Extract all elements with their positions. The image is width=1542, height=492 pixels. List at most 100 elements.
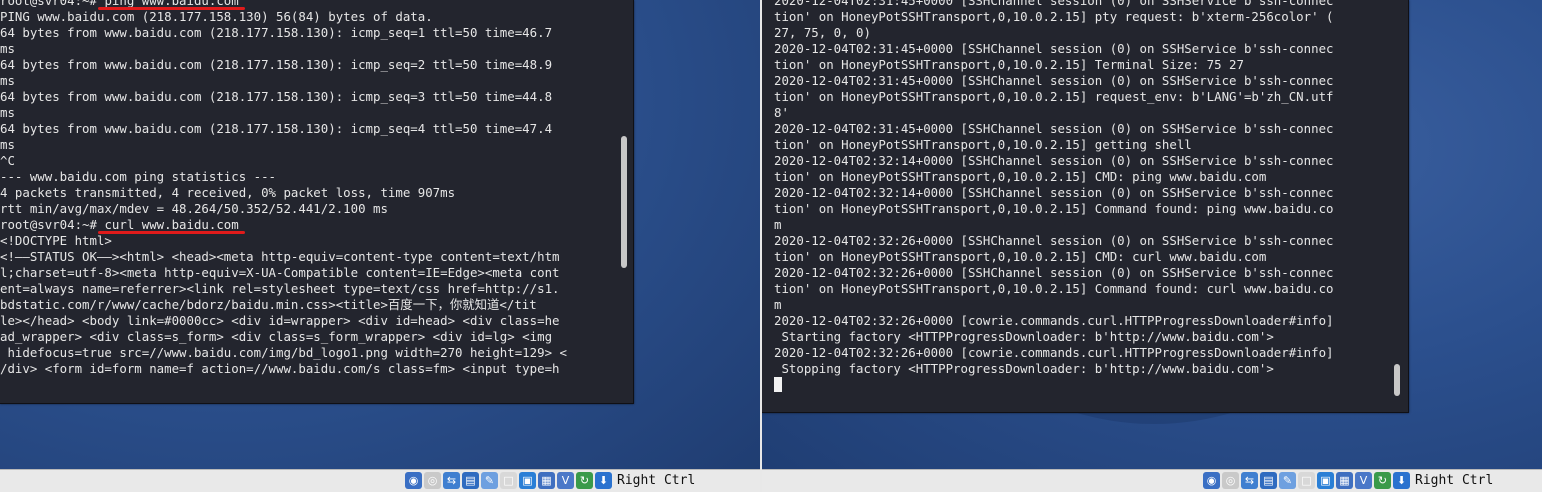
terminal-line: ms (0, 137, 567, 153)
host-key-label: Right Ctrl (617, 473, 696, 488)
terminal-line: 64 bytes from www.baidu.com (218.177.158… (0, 25, 567, 41)
terminal-cursor (774, 377, 782, 392)
log-line: 2020-12-04T02:31:45+0000 [SSHChannel ses… (774, 41, 1334, 56)
disk-icon[interactable]: ◉ (405, 472, 422, 489)
log-line: 2020-12-04T02:32:26+0000 [cowrie.command… (774, 313, 1334, 328)
line-text: --- www.baidu.com ping statistics --- (0, 169, 277, 184)
cursor-line (774, 377, 1334, 393)
vm-statusbar: ◉ ◎ ⇆ ▤ ✎ □ ▣ ▦ V ↻ ⬇ Right Ctrl (0, 469, 762, 492)
line-text: bdstatic.com/r/www/cache/bdorz/baidu.min… (0, 297, 537, 312)
log-line: m (774, 297, 782, 312)
line-text: ent=always name=referrer><link rel=style… (0, 281, 560, 296)
log-line: tion' on HoneyPotSSHTransport,0,10.0.2.1… (774, 249, 1267, 264)
log-line: tion' on HoneyPotSSHTransport,0,10.0.2.1… (774, 169, 1267, 184)
recording-icon[interactable]: ▦ (1336, 472, 1353, 489)
log-line: tion' on HoneyPotSSHTransport,0,10.0.2.1… (774, 57, 1244, 72)
terminal-line: ms (0, 73, 567, 89)
terminal-line: hidefocus=true src=//www.baidu.com/img/b… (0, 345, 567, 361)
log-line: 2020-12-04T02:32:26+0000 [SSHChannel ses… (774, 265, 1334, 280)
line-text: <!DOCTYPE html> (0, 233, 112, 248)
vbox-icon[interactable]: V (1355, 472, 1372, 489)
optical-icon[interactable]: ◎ (424, 472, 441, 489)
log-line: 2020-12-04T02:32:14+0000 [SSHChannel ses… (774, 185, 1334, 200)
line-text: ms (0, 73, 15, 88)
display-icon[interactable]: □ (500, 472, 517, 489)
line-text: /div> <form id=form name=f action=//www.… (0, 361, 560, 376)
terminal-line: <!——STATUS OK——><html> <head><meta http-… (0, 249, 567, 265)
terminal-line: l;charset=utf-8><meta http-equiv=X-UA-Co… (0, 265, 567, 281)
mouse-integration-icon[interactable]: ↻ (576, 472, 593, 489)
terminal-left[interactable]: root@svr04:~# ping www.baidu.com PING www… (0, 0, 634, 404)
terminal-scrollbar[interactable] (1394, 4, 1400, 404)
terminal-prompt-line: root@svr04:~# ping www.baidu.com (0, 0, 567, 9)
line-text: root@svr04:~# (0, 217, 105, 232)
terminal-scrollbar[interactable] (621, 4, 627, 396)
screen-icon[interactable]: ▣ (1317, 472, 1334, 489)
line-text: rtt min/avg/max/mdev = 48.264/50.352/52.… (0, 201, 388, 216)
terminal-line: ms (0, 41, 567, 57)
terminal-line: rtt min/avg/max/mdev = 48.264/50.352/52.… (0, 201, 567, 217)
terminal-line: /div> <form id=form name=f action=//www.… (0, 361, 567, 377)
disk-icon[interactable]: ◉ (1203, 472, 1220, 489)
screen-icon[interactable]: ▣ (519, 472, 536, 489)
terminal-line: 64 bytes from www.baidu.com (218.177.158… (0, 89, 567, 105)
network-icon[interactable]: ▤ (462, 472, 479, 489)
log-line: m (774, 217, 782, 232)
network-icon[interactable]: ▤ (1260, 472, 1277, 489)
log-line: 2020-12-04T02:31:45+0000 [SSHChannel ses… (774, 0, 1334, 8)
log-line: 2020-12-04T02:32:26+0000 [SSHChannel ses… (774, 233, 1334, 248)
terminal-line: 64 bytes from www.baidu.com (218.177.158… (0, 57, 567, 73)
line-text: ad_wrapper> <div class=s_form> <div clas… (0, 329, 553, 344)
terminal-output: 2020-12-04T02:31:45+0000 [SSHChannel ses… (774, 0, 1334, 393)
statusbar-icons: ◉ ◎ ⇆ ▤ ✎ □ ▣ ▦ V ↻ ⬇ Right Ctrl (405, 472, 695, 489)
terminal-line: 4 packets transmitted, 4 received, 0% pa… (0, 185, 567, 201)
log-line: tion' on HoneyPotSSHTransport,0,10.0.2.1… (774, 137, 1192, 152)
terminal-line: ^C (0, 153, 567, 169)
log-line: tion' on HoneyPotSSHTransport,0,10.0.2.1… (774, 281, 1334, 296)
terminal-output: root@svr04:~# ping www.baidu.com PING www… (0, 0, 567, 377)
log-line: Stopping factory <HTTPProgressDownloader… (774, 361, 1274, 376)
terminal-line: PING www.baidu.com (218.177.158.130) 56(… (0, 9, 567, 25)
log-line: tion' on HoneyPotSSHTransport,0,10.0.2.1… (774, 89, 1334, 104)
highlighted-command: ping www.baidu.com (104, 0, 238, 8)
usb-icon[interactable]: ⇆ (1241, 472, 1258, 489)
recording-icon[interactable]: ▦ (538, 472, 555, 489)
shared-folder-icon[interactable]: ✎ (481, 472, 498, 489)
scrollbar-thumb[interactable] (621, 136, 627, 268)
optical-icon[interactable]: ◎ (1222, 472, 1239, 489)
shared-folder-icon[interactable]: ✎ (1279, 472, 1296, 489)
terminal-line: ms (0, 105, 567, 121)
usb-icon[interactable]: ⇆ (443, 472, 460, 489)
line-text: 64 bytes from www.baidu.com (218.177.158… (0, 25, 553, 40)
line-text: ms (0, 105, 15, 120)
vbox-icon[interactable]: V (557, 472, 574, 489)
keyboard-capture-icon[interactable]: ⬇ (595, 472, 612, 489)
line-text: root@svr04:~# (0, 0, 105, 8)
line-text: ms (0, 41, 15, 56)
log-line: tion' on HoneyPotSSHTransport,0,10.0.2.1… (774, 201, 1334, 216)
vm-statusbar: ◉ ◎ ⇆ ▤ ✎ □ ▣ ▦ V ↻ ⬇ Right Ctrl (762, 469, 1542, 492)
keyboard-capture-icon[interactable]: ⬇ (1393, 472, 1410, 489)
scrollbar-thumb[interactable] (1394, 364, 1400, 396)
display-icon[interactable]: □ (1298, 472, 1315, 489)
log-line: 2020-12-04T02:31:45+0000 [SSHChannel ses… (774, 121, 1334, 136)
log-line: tion' on HoneyPotSSHTransport,0,10.0.2.1… (774, 9, 1334, 24)
statusbar-icons: ◉ ◎ ⇆ ▤ ✎ □ ▣ ▦ V ↻ ⬇ Right Ctrl (1203, 472, 1493, 489)
mouse-integration-icon[interactable]: ↻ (1374, 472, 1391, 489)
terminal-right[interactable]: 2020-12-04T02:31:45+0000 [SSHChannel ses… (762, 0, 1409, 413)
line-text: 64 bytes from www.baidu.com (218.177.158… (0, 89, 553, 104)
log-line: 2020-12-04T02:31:45+0000 [SSHChannel ses… (774, 73, 1334, 88)
terminal-line: ad_wrapper> <div class=s_form> <div clas… (0, 329, 567, 345)
terminal-line: <!DOCTYPE html> (0, 233, 567, 249)
line-text: hidefocus=true src=//www.baidu.com/img/b… (0, 345, 567, 360)
line-text: <!——STATUS OK——><html> <head><meta http-… (0, 249, 560, 264)
vm-window-right: 2020-12-04T02:31:45+0000 [SSHChannel ses… (762, 0, 1542, 492)
terminal-prompt-line: root@svr04:~# curl www.baidu.com (0, 217, 567, 233)
log-line: 2020-12-04T02:32:26+0000 [cowrie.command… (774, 345, 1334, 360)
line-text: l;charset=utf-8><meta http-equiv=X-UA-Co… (0, 265, 560, 280)
terminal-line: --- www.baidu.com ping statistics --- (0, 169, 567, 185)
log-line: Starting factory <HTTPProgressDownloader… (774, 329, 1274, 344)
line-text: le></head> <body link=#0000cc> <div id=w… (0, 313, 560, 328)
line-text: 4 packets transmitted, 4 received, 0% pa… (0, 185, 456, 200)
terminal-line: ent=always name=referrer><link rel=style… (0, 281, 567, 297)
